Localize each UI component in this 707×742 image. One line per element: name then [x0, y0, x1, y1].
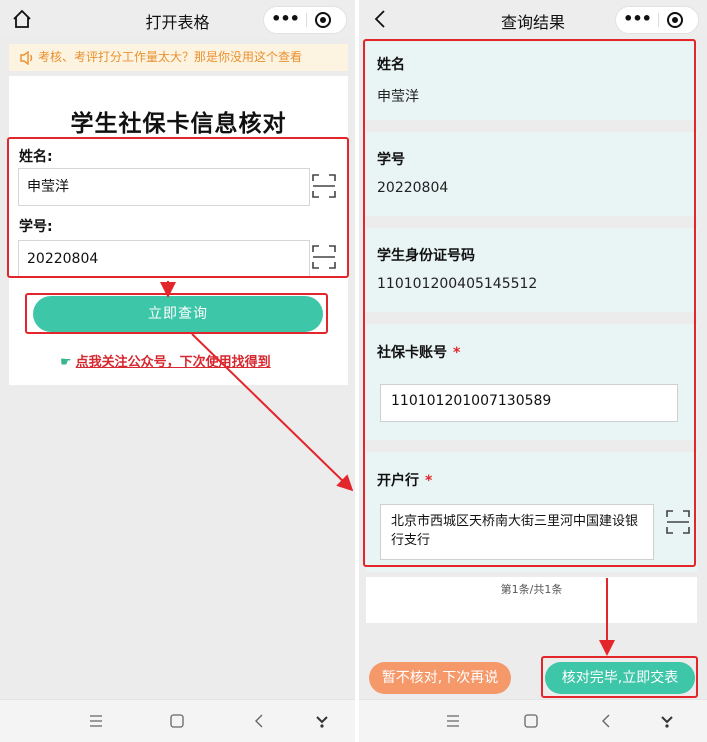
capsule-divider: [658, 13, 659, 27]
field-label: 学号: [377, 152, 405, 168]
title-bar: 打开表格 •••: [0, 0, 355, 38]
notice-text: 考核、考评打分工作量太大？那是你没用这个查看: [38, 50, 303, 64]
mini-program-capsule: •••: [615, 6, 699, 34]
student-id-label: 学号:: [19, 219, 53, 235]
pointing-hand-icon: ☛: [60, 355, 72, 370]
required-mark: *: [453, 345, 461, 361]
student-id-input[interactable]: 20220804: [18, 240, 310, 278]
mini-program-capsule: •••: [263, 6, 347, 34]
menu-icon[interactable]: [443, 711, 463, 731]
name-input[interactable]: 申莹洋: [18, 168, 310, 206]
target-close-icon[interactable]: [314, 11, 332, 29]
field-value: 110101200405145512: [377, 276, 538, 292]
down-arrow-icon[interactable]: [312, 711, 332, 731]
field-value: 申莹洋: [377, 89, 419, 105]
scan-icon[interactable]: [310, 172, 338, 200]
pagination-info: 第1条/共1条: [366, 577, 697, 623]
query-button[interactable]: 立即查询: [33, 296, 323, 332]
name-label: 姓名:: [19, 149, 53, 165]
result-field-name: 姓名 申莹洋: [366, 42, 697, 120]
result-field-bank: 开户行 * 北京市西城区天桥南大街三里河中国建设银行支行: [366, 452, 697, 572]
speaker-icon: [20, 50, 33, 65]
scan-icon[interactable]: [310, 243, 338, 271]
more-dots-icon[interactable]: •••: [264, 7, 306, 33]
home-square-icon[interactable]: [521, 711, 541, 731]
bank-textarea[interactable]: 北京市西城区天桥南大街三里河中国建设银行支行: [380, 504, 654, 560]
left-screen: 打开表格 ••• 考核、考评打分工作量太大？那是你没用这个查看 学生社保卡信息核…: [0, 0, 355, 742]
nav-back-icon[interactable]: [250, 711, 270, 731]
follow-account-link[interactable]: ☛ 点我关注公众号，下次使用找得到: [60, 351, 271, 370]
field-value: 20220804: [377, 180, 449, 196]
social-card-input[interactable]: 110101201007130589: [380, 384, 678, 422]
menu-icon[interactable]: [86, 711, 106, 731]
field-label: 学生身份证号码: [377, 248, 475, 264]
target-close-icon[interactable]: [666, 11, 684, 29]
field-label: 姓名: [377, 57, 405, 73]
done-submit-button[interactable]: 核对完毕,立即交表: [545, 662, 695, 694]
result-field-id-card: 学生身份证号码 110101200405145512: [366, 228, 697, 312]
system-nav-bar: [359, 699, 707, 742]
home-square-icon[interactable]: [167, 711, 187, 731]
follow-link-text: 点我关注公众号，下次使用找得到: [75, 355, 271, 370]
more-dots-icon[interactable]: •••: [616, 7, 658, 33]
result-field-social-card: 社保卡账号 * 110101201007130589: [366, 324, 697, 440]
skip-check-button[interactable]: 暂不核对,下次再说: [369, 662, 511, 694]
notice-bar[interactable]: 考核、考评打分工作量太大？那是你没用这个查看: [9, 44, 348, 71]
field-label: 开户行 *: [377, 470, 432, 490]
nav-back-icon[interactable]: [597, 711, 617, 731]
down-arrow-icon[interactable]: [657, 711, 677, 731]
field-label: 社保卡账号 *: [377, 342, 460, 362]
result-field-student-id: 学号 20220804: [366, 132, 697, 216]
title-bar: 查询结果 •••: [359, 0, 707, 38]
right-screen: 查询结果 ••• 姓名 申莹洋 学号 20220804 学生身份证号码 1101…: [359, 0, 707, 742]
form-card: 学生社保卡信息核对 姓名: 申莹洋 学号: 20220804: [9, 76, 348, 385]
form-title: 学生社保卡信息核对: [70, 111, 287, 137]
capsule-divider: [306, 13, 307, 27]
field-label-text: 开户行: [377, 473, 419, 489]
scan-icon[interactable]: [664, 508, 692, 536]
required-mark: *: [425, 473, 433, 489]
field-label-text: 社保卡账号: [377, 345, 447, 361]
system-nav-bar: [0, 699, 355, 742]
